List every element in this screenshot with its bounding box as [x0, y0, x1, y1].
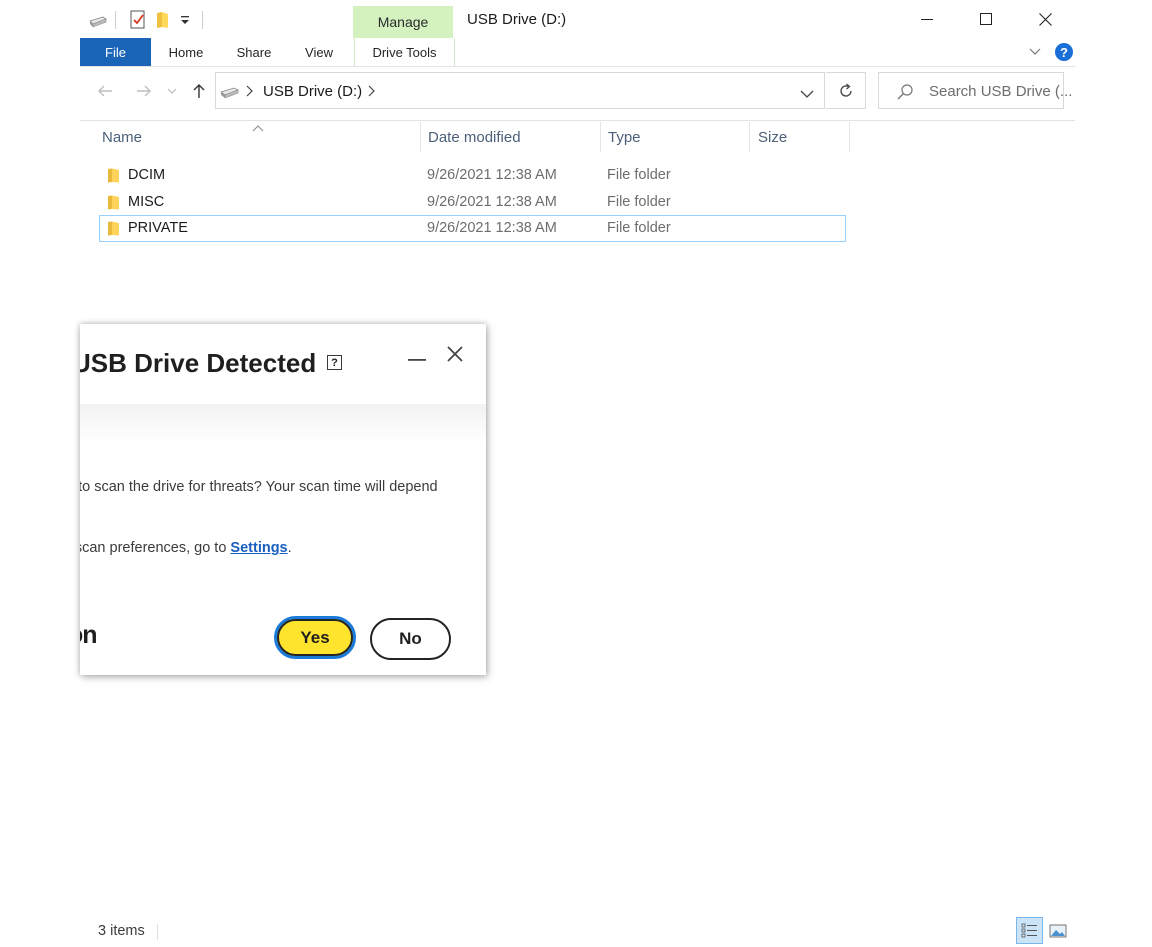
svg-text:?: ? — [1060, 45, 1068, 60]
column-header-size[interactable]: Size — [758, 129, 787, 146]
maximize-icon — [980, 13, 992, 25]
folder-icon — [108, 195, 119, 210]
drive-icon[interactable] — [88, 12, 108, 33]
file-row[interactable]: DCIM 9/26/2021 12:38 AM File folder — [99, 162, 846, 189]
dialog-settings-prefix: r scan preferences, go to — [80, 540, 231, 556]
file-type: File folder — [607, 220, 671, 236]
minimize-icon — [921, 19, 933, 20]
details-view-icon — [1021, 923, 1037, 937]
large-icons-view-icon — [1049, 924, 1066, 937]
manage-tab-group: Manage — [353, 6, 453, 38]
dialog-settings-suffix: . — [287, 540, 292, 556]
properties-icon[interactable] — [129, 10, 147, 33]
settings-link[interactable]: Settings — [230, 540, 287, 556]
help-icon[interactable]: ? — [327, 355, 342, 370]
file-date: 9/26/2021 12:38 AM — [427, 167, 557, 183]
recent-dropdown-icon — [167, 88, 177, 94]
minimize-icon — [408, 359, 426, 361]
address-bar[interactable]: USB Drive (D:) — [215, 72, 825, 109]
dialog-title: USB Drive Detected — [80, 348, 317, 378]
customize-dropdown-icon[interactable] — [180, 14, 190, 30]
chevron-down-icon — [1029, 48, 1041, 55]
new-folder-icon[interactable] — [156, 11, 170, 32]
refresh-button[interactable] — [826, 72, 866, 109]
up-button[interactable] — [188, 80, 210, 102]
recent-locations-button[interactable] — [164, 80, 180, 102]
back-arrow-icon — [98, 85, 112, 97]
minimize-button[interactable] — [898, 0, 956, 38]
file-name: PRIVATE — [128, 220, 188, 236]
file-date: 9/26/2021 12:38 AM — [427, 220, 557, 236]
close-window-button[interactable] — [1016, 0, 1074, 38]
window-title: USB Drive (D:) — [467, 11, 567, 28]
chevron-right-icon[interactable] — [368, 84, 376, 100]
file-row-selected[interactable]: PRIVATE 9/26/2021 12:38 AM File folder — [99, 215, 846, 242]
large-icons-view-button[interactable] — [1044, 917, 1071, 944]
column-header-date-modified[interactable]: Date modified — [428, 129, 521, 146]
address-dropdown-button[interactable] — [800, 86, 814, 102]
file-name: DCIM — [128, 167, 166, 183]
chevron-right-icon[interactable] — [246, 84, 254, 100]
file-type: File folder — [607, 194, 671, 210]
brand-logo-fragment: on — [80, 621, 98, 649]
file-date: 9/26/2021 12:38 AM — [427, 194, 557, 210]
folder-icon — [108, 221, 119, 236]
drive-icon — [220, 84, 240, 103]
item-count: 3 items — [98, 923, 145, 939]
tab-file[interactable]: File — [80, 38, 151, 66]
tab-share[interactable]: Share — [227, 38, 281, 66]
column-header-name[interactable]: Name — [102, 129, 142, 146]
yes-button[interactable]: Yes — [274, 616, 356, 659]
dialog-message: e to scan the drive for threats? Your sc… — [80, 479, 438, 495]
up-arrow-icon — [193, 84, 205, 98]
no-button[interactable]: No — [370, 618, 451, 660]
tab-view[interactable]: View — [296, 38, 342, 66]
usb-scan-dialog: USB Drive Detected ? e to scan the drive… — [80, 324, 486, 675]
search-box[interactable]: Search USB Drive (... — [878, 72, 1072, 109]
file-row[interactable]: MISC 9/26/2021 12:38 AM File folder — [99, 189, 846, 216]
help-button[interactable]: ? — [1054, 42, 1074, 62]
address-path[interactable]: USB Drive (D:) — [263, 83, 362, 100]
column-header-type[interactable]: Type — [608, 129, 641, 146]
file-name: MISC — [128, 194, 165, 210]
chevron-down-icon — [800, 90, 814, 98]
dialog-header-band — [80, 404, 486, 444]
search-input[interactable]: Search USB Drive (... — [929, 83, 1072, 100]
sort-up-icon — [252, 119, 264, 135]
folder-icon — [108, 168, 119, 183]
dialog-settings-line: r scan preferences, go to Settings. — [80, 540, 292, 556]
help-icon: ? — [1055, 43, 1073, 61]
minimize-dialog-button[interactable] — [407, 350, 429, 370]
file-type: File folder — [607, 167, 671, 183]
close-icon — [1038, 12, 1052, 26]
tab-home[interactable]: Home — [158, 38, 214, 66]
refresh-icon — [839, 83, 852, 97]
close-icon — [447, 346, 463, 362]
close-dialog-button[interactable] — [446, 345, 466, 365]
maximize-button[interactable] — [957, 0, 1015, 38]
forward-arrow-icon — [137, 85, 151, 97]
search-icon — [896, 83, 914, 104]
tab-drive-tools[interactable]: Drive Tools — [354, 38, 455, 66]
back-button[interactable] — [94, 80, 116, 102]
expand-ribbon-button[interactable] — [1028, 44, 1044, 60]
forward-button[interactable] — [133, 80, 155, 102]
details-view-button[interactable] — [1016, 917, 1043, 944]
